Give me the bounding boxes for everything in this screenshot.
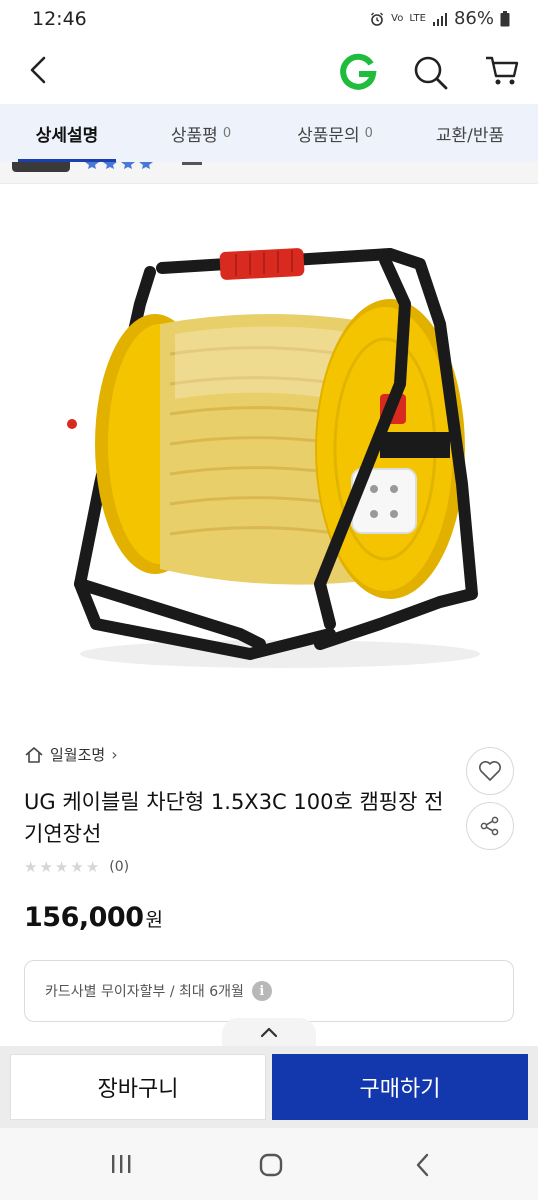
brand-breadcrumb[interactable]: 일월조명 › [24,744,118,765]
tab-detail[interactable]: 상세설명 [0,104,134,162]
product-image [0,184,538,732]
tab-label: 상세설명 [35,125,99,146]
star-icon: ★ [39,858,53,876]
tab-count: 0 [222,125,232,141]
peek-graphic [12,162,202,172]
tab-label: 상품문의 [297,125,360,146]
share-button[interactable] [466,802,514,850]
rating-count: (0) [109,859,130,875]
wishlist-button[interactable] [466,747,514,795]
star-icon: ★ [24,858,38,876]
star-icon: ★ [70,858,84,876]
heart-icon [479,761,501,781]
tab-label: 상품평 [170,125,218,146]
product-tabs: 상세설명 상품평 0 상품문의 0 교환/반품 [0,104,538,162]
signal-icon [432,12,447,26]
g-logo-icon[interactable] [338,52,378,92]
tab-label: 교환/반품 [435,125,505,146]
volte-label: Vo [391,12,404,24]
buy-now-button[interactable]: 구매하기 [272,1054,528,1120]
product-rating[interactable]: ★ ★ ★ ★ ★ (0) [24,858,129,876]
back-icon[interactable] [18,50,58,90]
chevron-right-icon: › [111,745,118,764]
star-icon: ★ [85,858,100,876]
installment-text: 카드사별 무이자할부 / 최대 6개월 [45,984,244,1000]
brand-name: 일월조명 [50,746,106,764]
price-value: 156,000 [24,902,144,933]
nav-back-icon[interactable] [410,1152,436,1178]
product-price: 156,000 원 [24,902,163,933]
status-time: 12:46 [32,8,87,30]
info-icon[interactable]: i [251,981,272,1001]
share-icon [480,816,499,836]
purchase-bar: 장바구니 구매하기 [0,1046,538,1128]
cart-icon[interactable] [482,50,522,90]
installment-info[interactable]: 카드사별 무이자할부 / 최대 6개월 i [24,960,514,1022]
home-circle-icon[interactable] [258,1152,284,1178]
tab-count: 0 [364,125,373,141]
scrolled-content-peek [0,162,538,184]
network-label: LTE [409,12,426,24]
status-indicators: Vo LTE 86% [369,8,510,29]
status-bar: 12:46 Vo LTE 86% [0,0,538,38]
alarm-icon [371,12,384,26]
product-title: UG 케이블릴 차단형 1.5X3C 100호 캠핑장 전기연장선 [24,790,444,846]
tab-inquiries[interactable]: 상품문의 0 [268,104,402,162]
tab-returns[interactable]: 교환/반품 [402,104,538,162]
tab-reviews[interactable]: 상품평 0 [134,104,268,162]
recents-icon[interactable] [108,1152,134,1176]
battery-icon [500,10,510,26]
star-icon: ★ [54,858,69,876]
add-to-cart-button[interactable]: 장바구니 [10,1054,266,1120]
home-icon [25,746,43,763]
chevron-up-icon [260,1027,278,1038]
system-navigation-bar [0,1128,538,1200]
collapse-handle[interactable] [222,1018,316,1046]
price-unit: 원 [145,909,163,931]
battery-percent: 86% [453,8,494,29]
app-header [0,38,538,104]
search-icon[interactable] [410,52,450,92]
